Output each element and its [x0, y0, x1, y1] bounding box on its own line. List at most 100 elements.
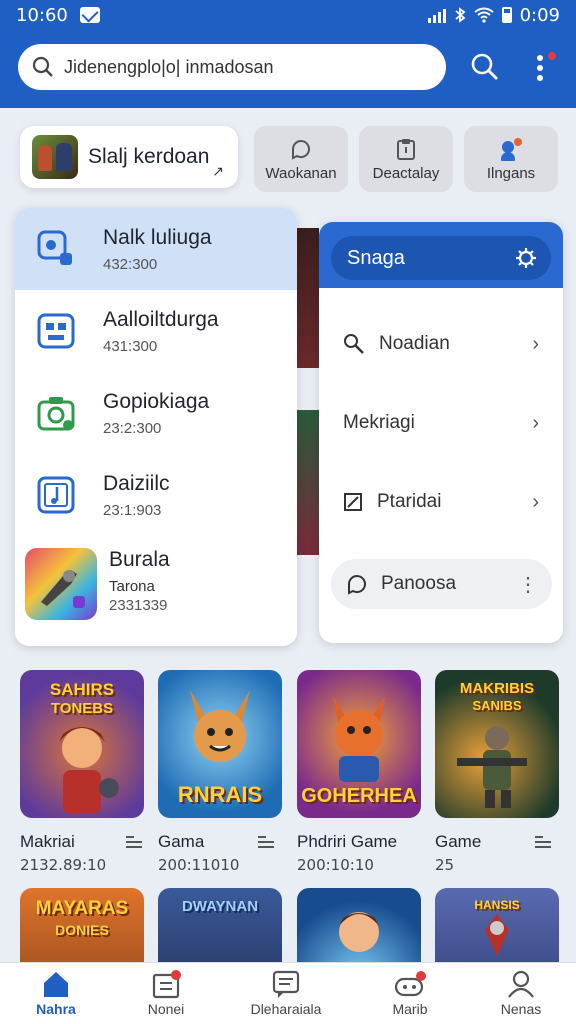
menu-item-sub: 23:2:300	[103, 419, 162, 437]
game-date: 2132.89:10	[20, 856, 107, 874]
quick-main-card[interactable]: Slalj kerdoan ↗	[20, 126, 238, 188]
bottom-navigation: Nahra Nonei Dleharaiala Marib Nenas	[0, 962, 576, 1024]
news-icon	[152, 970, 181, 999]
right-menu-header: Snaga	[319, 222, 563, 288]
options-icon[interactable]	[535, 834, 551, 850]
search-placeholder: Jidenengplo|o| inmadosan	[64, 56, 274, 77]
quick-chip-3[interactable]: Ilngans	[464, 126, 558, 192]
right-menu-item-2[interactable]: Mekriagi ›	[319, 403, 563, 443]
right-menu-item-3[interactable]: Ptaridai ›	[319, 482, 563, 522]
left-dropdown-menu: Nalk luliuga 432:300 Aalloiltdurga 431:300…	[15, 208, 297, 646]
more-options-icon[interactable]	[532, 52, 556, 84]
game-art-subtitle: DONIES	[55, 922, 109, 938]
character-art	[457, 726, 527, 808]
music-icon	[33, 472, 79, 518]
nav-profile[interactable]: Nenas	[471, 969, 571, 1017]
game-tile[interactable]: GOHERHEA	[297, 670, 421, 818]
game-art-title: RNRAIS	[177, 782, 263, 807]
edit-icon	[344, 493, 362, 511]
right-menu-footer[interactable]: Panoosa ⋮	[331, 559, 552, 609]
quick-main-label: Slalj kerdoan	[88, 145, 210, 168]
more-vert-icon[interactable]: ⋮	[518, 572, 538, 597]
nav-label: Nahra	[36, 1001, 76, 1017]
background-art	[297, 410, 319, 555]
mail-icon	[79, 7, 100, 23]
quick-chip-2[interactable]: Deactalay	[359, 126, 453, 192]
search-button-icon[interactable]	[470, 52, 500, 82]
game-name: Makriai	[20, 832, 75, 851]
nav-news[interactable]: Nonei	[116, 969, 216, 1017]
menu-item-title: Nalk luliuga	[103, 225, 212, 249]
game-caption: Game 25	[435, 832, 551, 874]
game-tile[interactable]: RNRAIS	[158, 670, 282, 818]
quick-chip-1[interactable]: Waokanan	[254, 126, 348, 192]
nav-messages[interactable]: Dleharaiala	[236, 969, 336, 1017]
game-thumbnail	[25, 548, 97, 620]
game-date: 200:10:10	[297, 856, 374, 874]
options-icon[interactable]	[126, 834, 142, 850]
right-menu-item-label: Ptaridai	[377, 491, 442, 512]
right-menu-header-bar[interactable]: Snaga	[331, 236, 551, 280]
menu-item-sub: 23:1:903	[103, 501, 162, 519]
game-tile[interactable]: MAKRIBIS SANIBS	[435, 670, 559, 818]
status-clock: 0:09	[519, 4, 560, 26]
nav-games[interactable]: Marib	[360, 969, 460, 1017]
nav-label: Nenas	[500, 1001, 542, 1017]
game-name: Phdriri Game	[297, 832, 398, 851]
search-input[interactable]: Jidenengplo|o| inmadosan	[18, 44, 446, 90]
character-art	[190, 690, 250, 762]
message-icon	[272, 970, 300, 998]
game-art-subtitle: SANIBS	[472, 698, 522, 713]
right-menu-footer-label: Panoosa	[381, 573, 457, 594]
game-caption: Makriai 2132.89:10	[20, 832, 142, 874]
nav-label: Marib	[392, 1001, 428, 1017]
chevron-right-icon: ›	[532, 332, 539, 355]
nav-home[interactable]: Nahra	[6, 969, 106, 1017]
battery-icon	[501, 7, 512, 23]
robot-icon	[33, 308, 79, 354]
status-time: 10:60	[16, 4, 68, 26]
settings-icon[interactable]	[515, 247, 537, 269]
clipboard-icon	[397, 138, 415, 160]
menu-item-4[interactable]: Daiziilc 23:1:903	[15, 454, 297, 536]
chevron-right-icon: ›	[532, 411, 539, 434]
arrow-icon: ↗	[212, 163, 224, 179]
options-icon[interactable]	[258, 834, 274, 850]
character-art	[59, 727, 119, 814]
bluetooth-icon	[454, 7, 466, 23]
menu-item-2[interactable]: Aalloiltdurga 431:300	[15, 290, 297, 372]
search-icon	[32, 56, 53, 77]
link-icon	[344, 334, 364, 354]
menu-item-1[interactable]: Nalk luliuga 432:300	[15, 208, 297, 290]
game-caption: Gama 200:11010	[158, 832, 274, 874]
people-icon	[501, 137, 522, 161]
game-art-title: DWAYNAN	[181, 898, 259, 915]
camera-icon	[33, 390, 79, 436]
wifi-icon	[473, 7, 494, 23]
menu-item-title: Aalloiltdurga	[103, 307, 219, 331]
right-dropdown-menu: Snaga Noadian › Mekriagi › Ptaridai › Pa…	[319, 222, 563, 643]
menu-item-sub: 431:300	[103, 337, 158, 355]
character-art	[339, 912, 379, 952]
background-art	[297, 228, 319, 368]
game-date: 200:11010	[158, 856, 240, 874]
chat-icon	[292, 139, 310, 160]
menu-item-5[interactable]: Burala Tarona 2331339	[15, 536, 297, 646]
right-menu-item-1[interactable]: Noadian ›	[319, 324, 563, 364]
chat-bubble-icon	[348, 575, 366, 595]
game-caption: Phdriri Game 200:10:10	[297, 832, 421, 874]
status-bar: 10:60 0:09	[0, 0, 576, 30]
game-art-title: MAYARAS	[35, 898, 129, 919]
menu-item-title: Burala	[109, 548, 170, 571]
game-date: 25	[435, 856, 455, 874]
menu-item-title: Gopiokiaga	[103, 389, 210, 413]
app-header: Jidenengplo|o| inmadosan	[0, 30, 576, 108]
nav-label: Dleharaiala	[250, 1001, 322, 1017]
game-tile[interactable]: SAHIRS TONEBS	[20, 670, 144, 818]
game-art-title: SAHIRS	[49, 680, 115, 699]
menu-item-sub2: 2331339	[109, 597, 168, 614]
menu-item-sub: 432:300	[103, 255, 158, 273]
menu-item-3[interactable]: Gopiokiaga 23:2:300	[15, 372, 297, 454]
menu-item-sub: Tarona	[109, 578, 155, 595]
profile-icon	[508, 970, 534, 998]
